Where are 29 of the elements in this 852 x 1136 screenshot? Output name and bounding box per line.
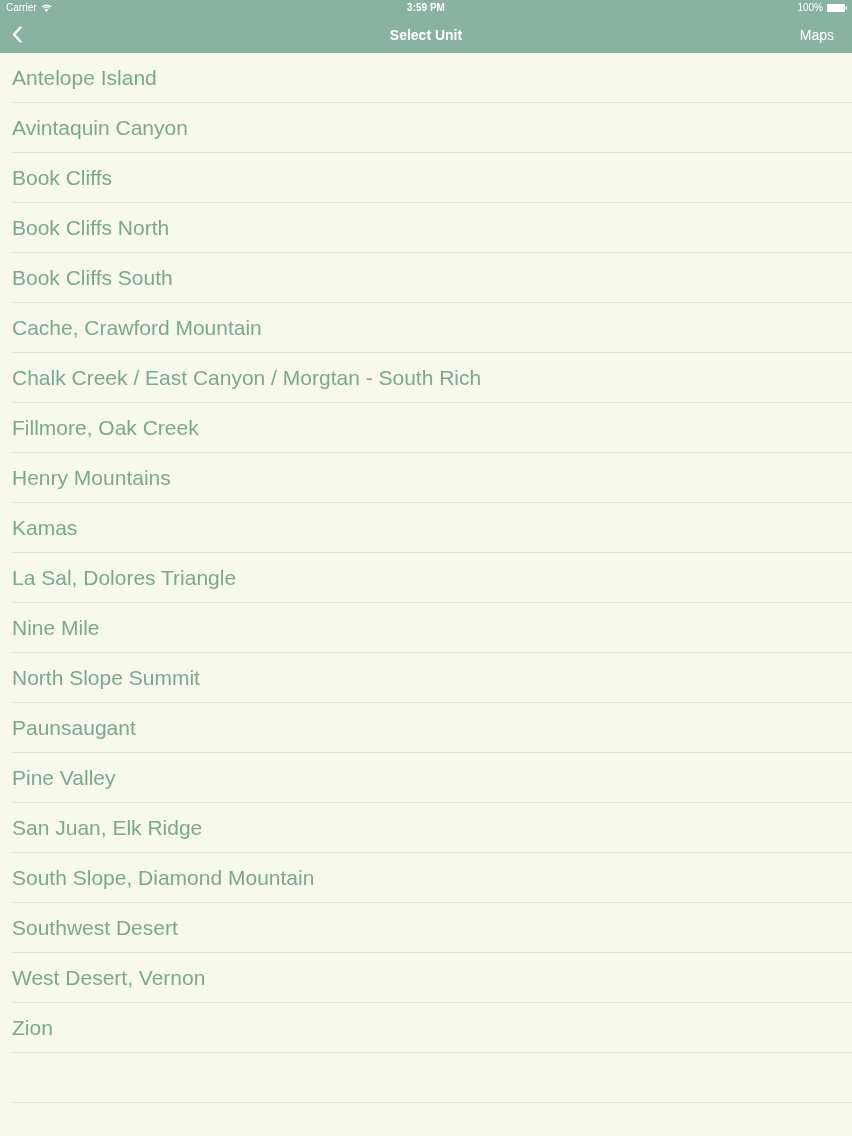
list-item[interactable]: Pine Valley <box>12 753 852 803</box>
list-item[interactable]: Paunsaugant <box>12 703 852 753</box>
list-item[interactable]: Avintaquin Canyon <box>12 103 852 153</box>
list-item[interactable]: South Slope, Diamond Mountain <box>12 853 852 903</box>
list-item[interactable]: Antelope Island <box>12 53 852 103</box>
back-button[interactable] <box>10 24 24 45</box>
list-item[interactable]: Henry Mountains <box>12 453 852 503</box>
list-item[interactable]: Cache, Crawford Mountain <box>12 303 852 353</box>
list-item[interactable]: West Desert, Vernon <box>12 953 852 1003</box>
list-item[interactable]: Book Cliffs South <box>12 253 852 303</box>
screen-title: Select Unit <box>389 26 463 43</box>
list-item[interactable]: San Juan, Elk Ridge <box>12 803 852 853</box>
list-item[interactable]: Book Cliffs North <box>12 203 852 253</box>
time-label: 3:59 PM <box>407 2 445 14</box>
wifi-icon <box>40 4 52 12</box>
list-item[interactable]: Chalk Creek / East Canyon / Morgtan - South Rich <box>12 353 852 403</box>
list-item[interactable]: Book Cliffs <box>12 153 852 203</box>
battery-icon <box>827 4 847 12</box>
list-item[interactable]: North Slope Summit <box>12 653 852 703</box>
list-item[interactable]: Southwest Desert <box>12 903 852 953</box>
list-item[interactable]: Kamas <box>12 503 852 553</box>
back-chevron-icon <box>12 26 22 43</box>
list-item[interactable]: La Sal, Dolores Triangle <box>12 553 852 603</box>
list-item[interactable]: Fillmore, Oak Creek <box>12 403 852 453</box>
list-item[interactable]: Nine Mile <box>12 603 852 653</box>
carrier-label: Carrier <box>6 2 37 14</box>
maps-button[interactable]: Maps <box>799 26 834 43</box>
list-item[interactable]: Zion <box>12 1003 852 1053</box>
battery-percentage: 100% <box>797 2 823 14</box>
